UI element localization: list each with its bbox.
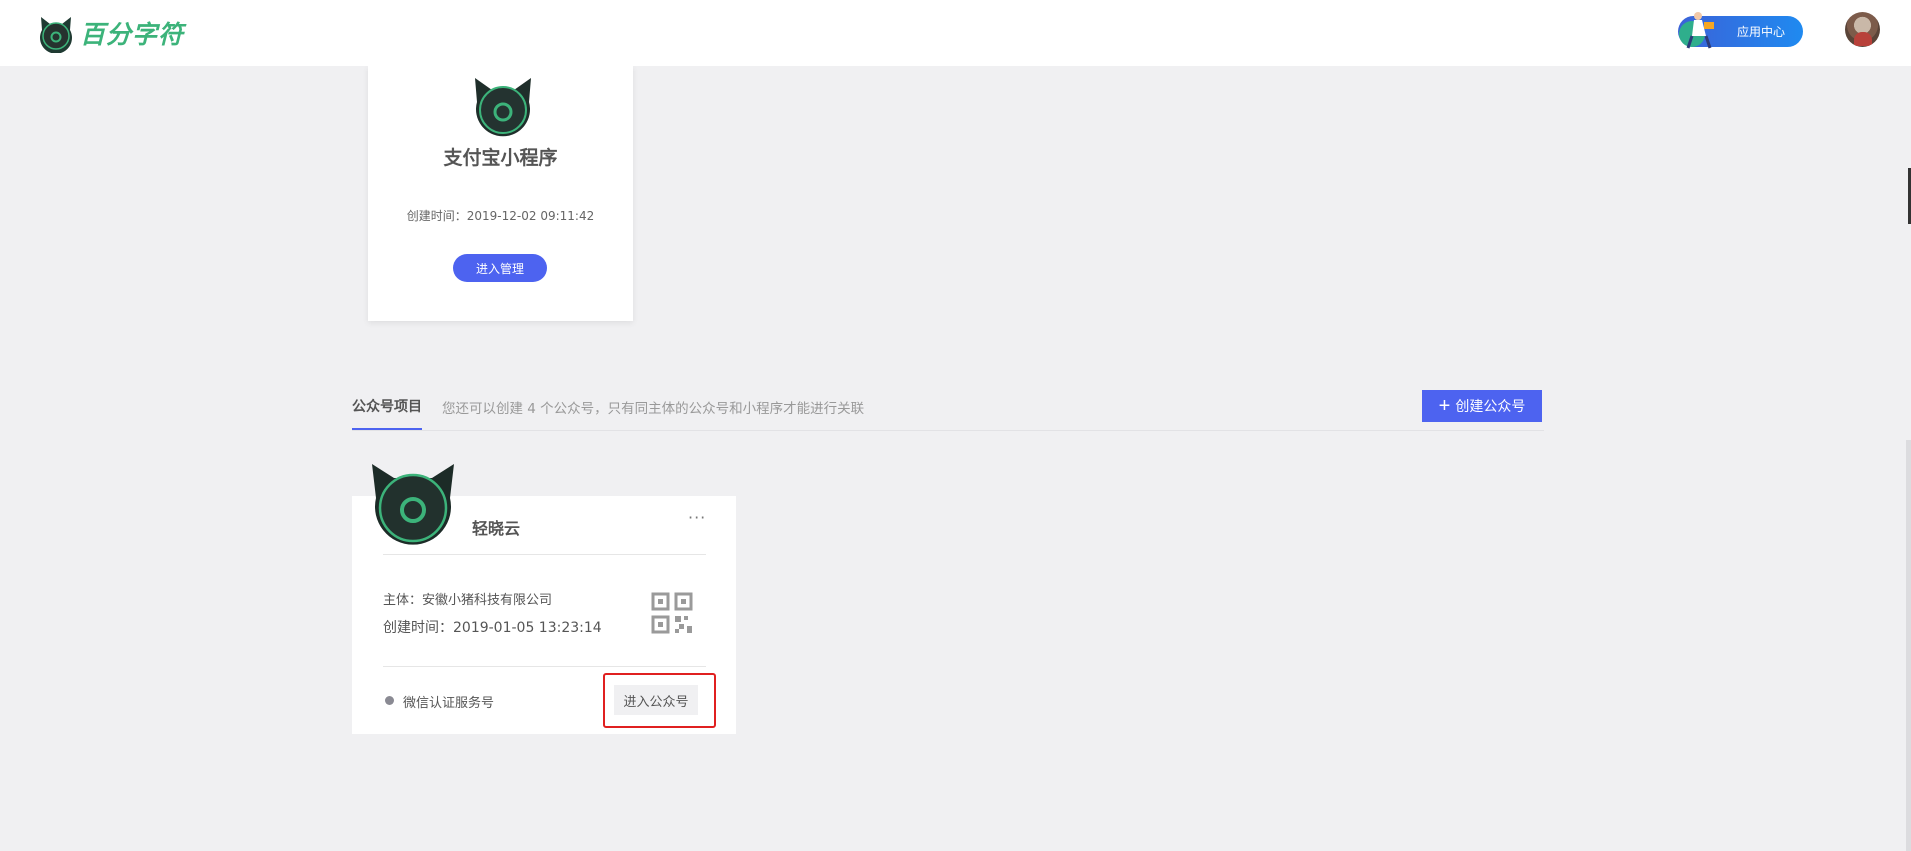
person-illustration-icon	[1679, 12, 1714, 49]
user-avatar[interactable]	[1845, 12, 1880, 47]
divider	[383, 666, 706, 667]
enter-official-account-button[interactable]: 进入公众号	[614, 685, 698, 715]
tab-divider	[352, 430, 1544, 431]
status-dot-icon	[385, 696, 394, 705]
official-account-subject: 主体：安徽小猪科技有限公司	[383, 593, 553, 608]
cat-logo-icon	[40, 17, 72, 53]
official-account-name: 轻晓云	[472, 519, 521, 538]
create-quota-hint: 您还可以创建 4 个公众号，只有同主体的公众号和小程序才能进行关联	[442, 401, 865, 417]
enter-management-button[interactable]: 进入管理	[453, 254, 547, 282]
app-center-label: 应用中心	[1736, 25, 1785, 39]
app-center-button[interactable]: 应用中心	[1678, 12, 1803, 49]
more-dots-icon[interactable]: ···	[688, 508, 706, 527]
brand-name: 百分字符	[80, 20, 185, 49]
mini-program-created-time: 创建时间：2019-12-02 09:11:42	[406, 209, 595, 223]
divider	[383, 554, 706, 555]
mini-program-title: 支付宝小程序	[443, 147, 558, 169]
tab-official-accounts[interactable]: 公众号项目	[352, 396, 422, 416]
cat-logo-icon	[372, 464, 454, 545]
plus-icon: +	[1438, 395, 1451, 417]
top-header: 百分字符 应用中心	[0, 0, 1911, 66]
scrollbar-thumb[interactable]	[1906, 440, 1911, 851]
brand-logo[interactable]: 百分字符	[36, 12, 184, 54]
mini-program-card: 支付宝小程序 创建时间：2019-12-02 09:11:42 进入管理	[368, 66, 633, 321]
official-account-created-time: 创建时间：2019-01-05 13:23:14	[383, 620, 602, 636]
create-official-account-label: 创建公众号	[1455, 398, 1526, 414]
official-account-type: 微信认证服务号	[403, 696, 495, 711]
cat-logo-icon	[475, 78, 531, 137]
create-official-account-button[interactable]: + 创建公众号	[1422, 390, 1542, 422]
qr-code-icon[interactable]	[651, 592, 693, 634]
